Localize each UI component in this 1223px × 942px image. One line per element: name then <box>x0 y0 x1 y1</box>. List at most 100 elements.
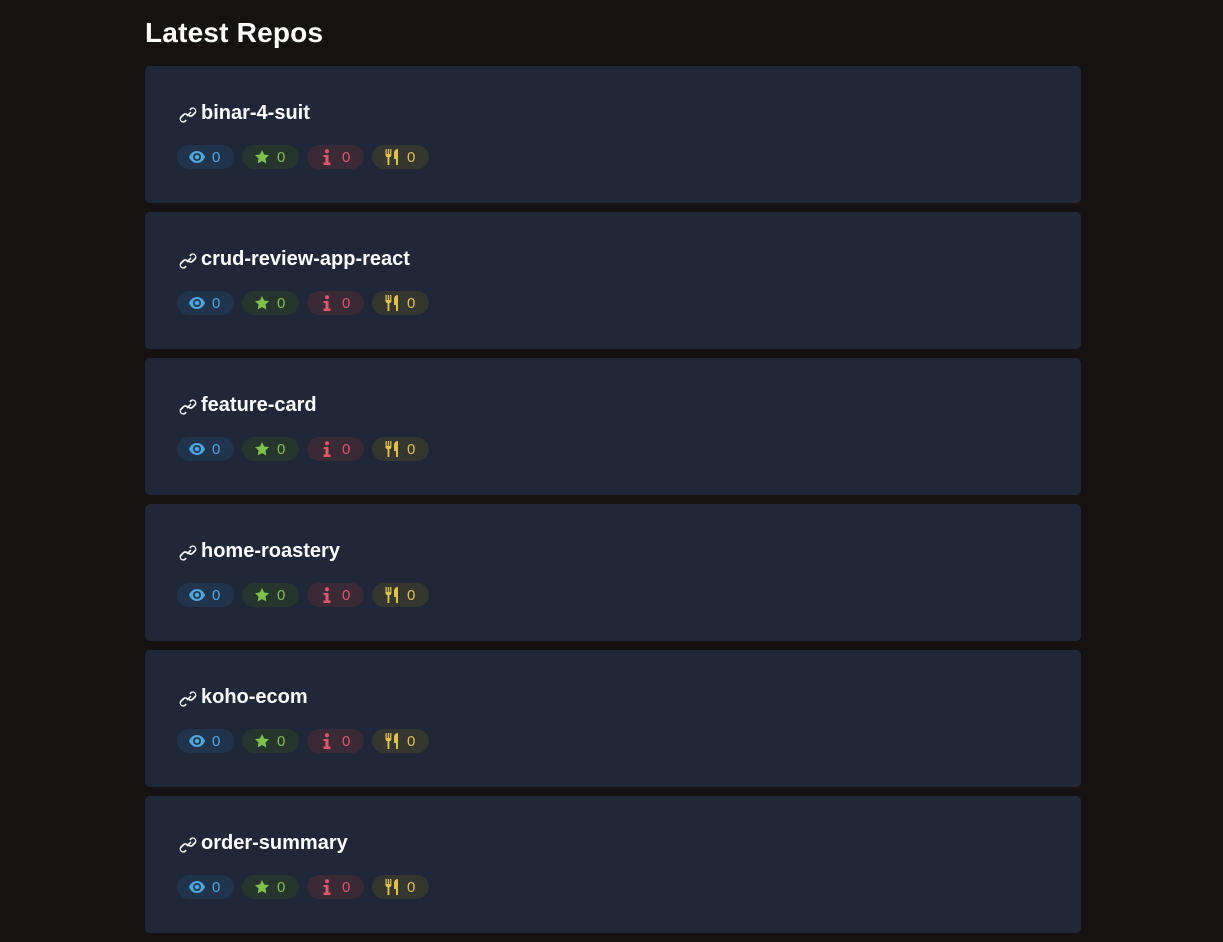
repo-link[interactable]: order-summary <box>177 830 1049 856</box>
watchers-badge: 0 <box>177 145 234 169</box>
repo-stats: 0 0 0 0 <box>177 729 1049 753</box>
forks-count: 0 <box>407 732 416 750</box>
eye-icon <box>189 733 205 749</box>
issues-badge: 0 <box>307 145 364 169</box>
link-icon <box>177 834 199 856</box>
repo-stats: 0 0 0 0 <box>177 291 1049 315</box>
repo-link[interactable]: home-roastery <box>177 538 1049 564</box>
repo-card: crud-review-app-react 0 0 0 0 <box>145 212 1081 349</box>
info-icon <box>319 149 335 165</box>
forks-count: 0 <box>407 148 416 166</box>
repo-name: crud-review-app-react <box>201 247 410 270</box>
repo-name: home-roastery <box>201 539 340 562</box>
repo-link[interactable]: feature-card <box>177 392 1049 418</box>
eye-icon <box>189 587 205 603</box>
repo-link[interactable]: crud-review-app-react <box>177 246 1049 272</box>
stars-badge: 0 <box>242 145 299 169</box>
repo-card: feature-card 0 0 0 0 <box>145 358 1081 495</box>
forks-badge: 0 <box>372 145 429 169</box>
star-icon <box>254 295 270 311</box>
utensils-icon <box>384 733 400 749</box>
stars-badge: 0 <box>242 729 299 753</box>
utensils-icon <box>384 441 400 457</box>
star-icon <box>254 587 270 603</box>
issues-badge: 0 <box>307 437 364 461</box>
forks-badge: 0 <box>372 291 429 315</box>
info-icon <box>319 441 335 457</box>
forks-badge: 0 <box>372 875 429 899</box>
link-icon <box>177 250 199 272</box>
issues-count: 0 <box>342 732 351 750</box>
info-icon <box>319 587 335 603</box>
repo-stats: 0 0 0 0 <box>177 145 1049 169</box>
watchers-count: 0 <box>212 586 221 604</box>
watchers-count: 0 <box>212 148 221 166</box>
eye-icon <box>189 295 205 311</box>
repo-stats: 0 0 0 0 <box>177 583 1049 607</box>
repo-card: binar-4-suit 0 0 0 0 <box>145 66 1081 203</box>
stars-count: 0 <box>277 586 286 604</box>
issues-count: 0 <box>342 294 351 312</box>
watchers-badge: 0 <box>177 583 234 607</box>
info-icon <box>319 879 335 895</box>
star-icon <box>254 441 270 457</box>
issues-badge: 0 <box>307 291 364 315</box>
issues-count: 0 <box>342 148 351 166</box>
forks-count: 0 <box>407 878 416 896</box>
repo-card: koho-ecom 0 0 0 0 <box>145 650 1081 787</box>
watchers-badge: 0 <box>177 729 234 753</box>
info-icon <box>319 295 335 311</box>
issues-badge: 0 <box>307 875 364 899</box>
utensils-icon <box>384 149 400 165</box>
issues-count: 0 <box>342 586 351 604</box>
watchers-count: 0 <box>212 294 221 312</box>
repo-list: binar-4-suit 0 0 0 0 crud-review-app-rea… <box>145 66 1081 933</box>
issues-count: 0 <box>342 440 351 458</box>
link-icon <box>177 688 199 710</box>
repo-name: koho-ecom <box>201 685 308 708</box>
stars-count: 0 <box>277 440 286 458</box>
repo-name: binar-4-suit <box>201 101 310 124</box>
forks-badge: 0 <box>372 583 429 607</box>
latest-repos-section: Latest Repos binar-4-suit 0 0 0 0 crud-r… <box>145 0 1081 942</box>
stars-badge: 0 <box>242 875 299 899</box>
link-icon <box>177 542 199 564</box>
watchers-count: 0 <box>212 878 221 896</box>
utensils-icon <box>384 587 400 603</box>
page-title: Latest Repos <box>145 17 324 48</box>
repo-stats: 0 0 0 0 <box>177 875 1049 899</box>
eye-icon <box>189 441 205 457</box>
forks-count: 0 <box>407 586 416 604</box>
info-icon <box>319 733 335 749</box>
star-icon <box>254 149 270 165</box>
repo-link[interactable]: binar-4-suit <box>177 100 1049 126</box>
watchers-badge: 0 <box>177 291 234 315</box>
stars-badge: 0 <box>242 437 299 461</box>
watchers-count: 0 <box>212 732 221 750</box>
watchers-count: 0 <box>212 440 221 458</box>
forks-badge: 0 <box>372 729 429 753</box>
utensils-icon <box>384 879 400 895</box>
star-icon <box>254 733 270 749</box>
issues-badge: 0 <box>307 729 364 753</box>
repo-link[interactable]: koho-ecom <box>177 684 1049 710</box>
forks-count: 0 <box>407 440 416 458</box>
eye-icon <box>189 149 205 165</box>
link-icon <box>177 104 199 126</box>
stars-count: 0 <box>277 148 286 166</box>
stars-count: 0 <box>277 732 286 750</box>
repo-name: order-summary <box>201 831 348 854</box>
star-icon <box>254 879 270 895</box>
repo-name: feature-card <box>201 393 317 416</box>
issues-badge: 0 <box>307 583 364 607</box>
repo-card: home-roastery 0 0 0 0 <box>145 504 1081 641</box>
forks-badge: 0 <box>372 437 429 461</box>
watchers-badge: 0 <box>177 437 234 461</box>
repo-stats: 0 0 0 0 <box>177 437 1049 461</box>
watchers-badge: 0 <box>177 875 234 899</box>
eye-icon <box>189 879 205 895</box>
issues-count: 0 <box>342 878 351 896</box>
stars-badge: 0 <box>242 583 299 607</box>
forks-count: 0 <box>407 294 416 312</box>
stars-count: 0 <box>277 294 286 312</box>
